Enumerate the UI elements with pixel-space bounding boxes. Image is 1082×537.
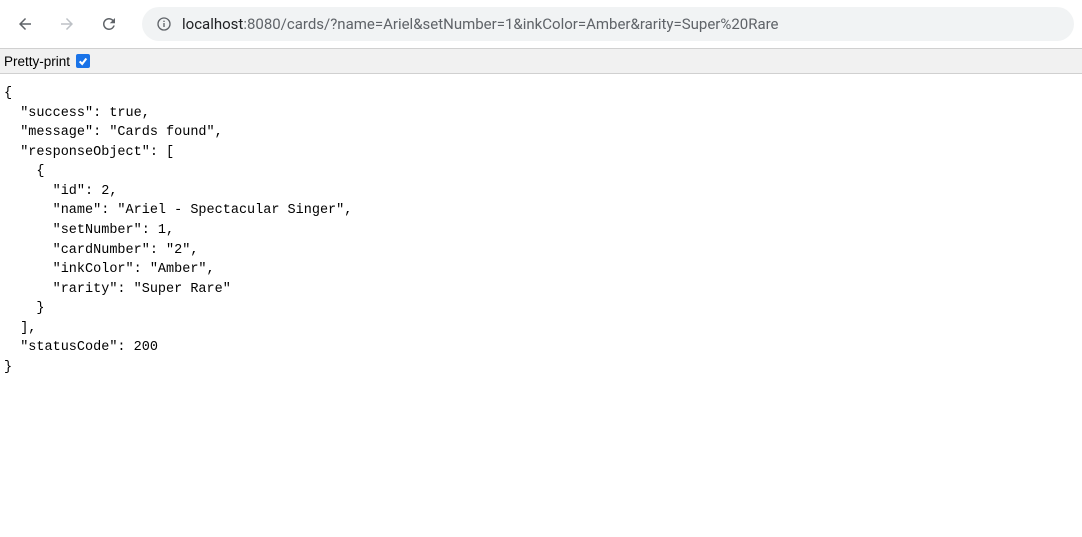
pretty-print-checkbox[interactable] [76,54,90,68]
url-host: localhost [182,15,243,33]
json-content: { "success": true, "message": "Cards fou… [0,74,1082,387]
reload-button[interactable] [92,7,126,41]
forward-button[interactable] [50,7,84,41]
check-icon [78,56,88,66]
pretty-print-label: Pretty-print [4,54,70,69]
arrow-right-icon [58,15,76,33]
site-info-icon[interactable] [156,16,172,32]
pretty-print-bar: Pretty-print [0,48,1082,74]
url-text: localhost:8080/cards/?name=Ariel&setNumb… [182,15,779,33]
reload-icon [100,15,118,33]
address-bar[interactable]: localhost:8080/cards/?name=Ariel&setNumb… [142,7,1074,41]
browser-toolbar: localhost:8080/cards/?name=Ariel&setNumb… [0,0,1082,48]
arrow-left-icon [16,15,34,33]
url-path: :8080/cards/?name=Ariel&setNumber=1&inkC… [243,15,778,33]
back-button[interactable] [8,7,42,41]
